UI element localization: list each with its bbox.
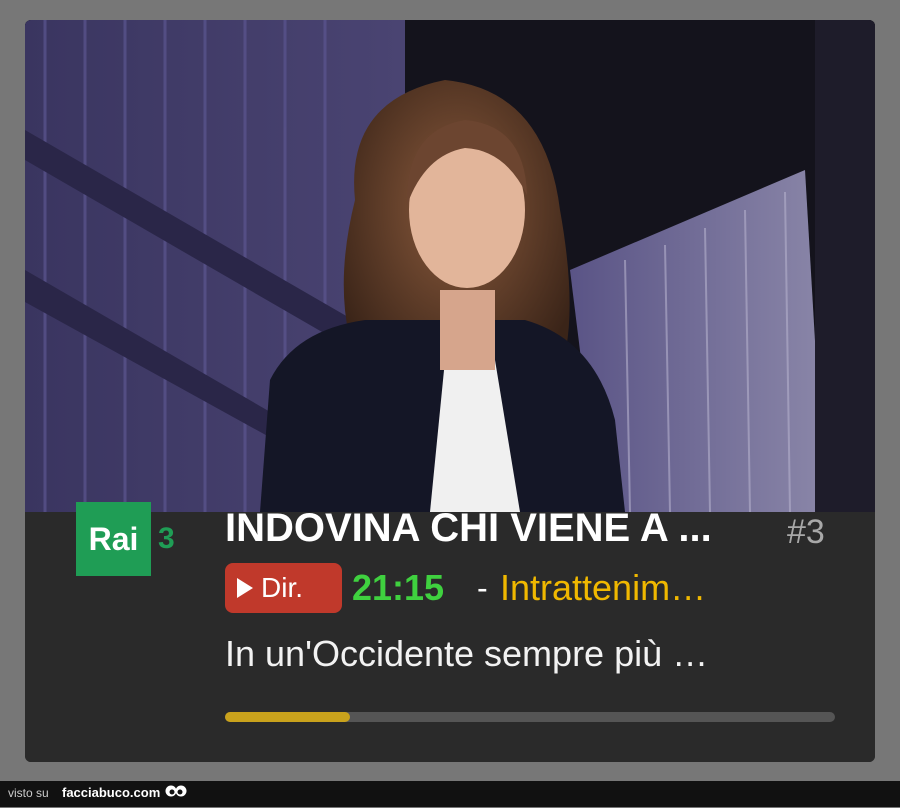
play-icon (237, 578, 253, 598)
footer-site: facciabuco.com (62, 785, 161, 800)
program-description: In un'Occidente sempre più … (225, 633, 709, 674)
live-button[interactable]: Dir. (225, 563, 342, 613)
program-genre: Intrattenim… (500, 567, 707, 608)
meta-separator: - (477, 570, 488, 606)
live-button-label: Dir. (261, 572, 303, 603)
program-card[interactable]: Rai 3 INDOVINA CHI VIENE A ... #3 Dir. 2… (25, 20, 875, 762)
program-title: INDOVINA CHI VIENE A ... (225, 506, 712, 550)
progress-bar (225, 712, 835, 722)
googly-eyes-icon (165, 783, 187, 808)
progress-fill (225, 712, 351, 722)
footer-prefix: visto su (8, 786, 49, 800)
program-photo (25, 20, 875, 512)
program-meta-row: Dir. 21:15 - Intrattenim… (225, 563, 825, 613)
episode-number: #3 (787, 513, 825, 551)
channel-logo: Rai 3 (76, 502, 182, 576)
air-time: 21:15 (352, 567, 445, 608)
channel-number: 3 (158, 522, 175, 555)
channel-logo-box: Rai (76, 502, 151, 576)
footer-watermark: visto su facciabuco.com (0, 781, 900, 807)
